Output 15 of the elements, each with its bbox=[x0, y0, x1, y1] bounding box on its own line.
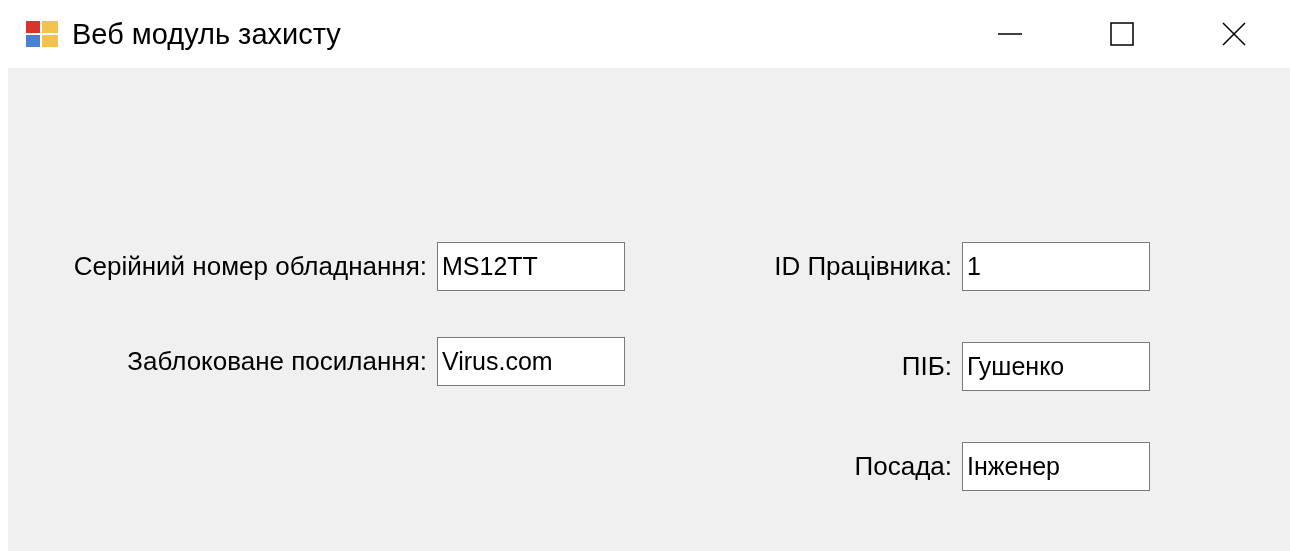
field-label: ПІБ: bbox=[900, 351, 952, 382]
input-field[interactable]: Гушенко bbox=[962, 342, 1150, 391]
app-icon bbox=[25, 20, 59, 48]
window-title: Веб модуль захисту bbox=[72, 17, 342, 51]
input-field[interactable]: Інженер bbox=[962, 442, 1150, 491]
close-icon bbox=[1222, 22, 1246, 46]
input-field[interactable]: MS12TT bbox=[437, 242, 625, 291]
field-label: Посада: bbox=[853, 451, 952, 482]
field-label: Серійний номер обладнання: bbox=[72, 251, 427, 282]
input-field[interactable]: 1 bbox=[962, 242, 1150, 291]
input-field[interactable]: Virus.com bbox=[437, 337, 625, 386]
field-label: Заблоковане посилання: bbox=[126, 346, 427, 377]
field-label: ID Працівника: bbox=[773, 251, 952, 282]
minimize-icon bbox=[998, 33, 1022, 35]
maximize-icon bbox=[1110, 22, 1134, 46]
